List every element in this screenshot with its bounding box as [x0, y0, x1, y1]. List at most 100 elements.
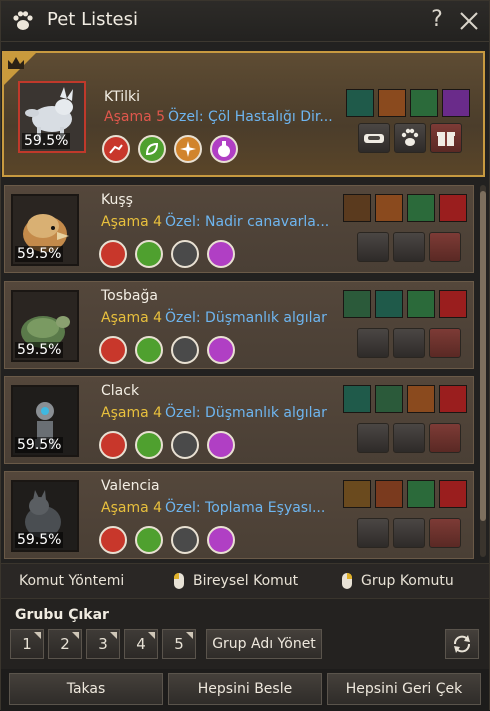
pet-skill-slot[interactable] [375, 480, 403, 508]
command-gather-button[interactable] [135, 336, 163, 364]
pet-stage: Aşama 4 [101, 405, 163, 421]
pet-skill-slot[interactable] [343, 480, 371, 508]
pet-stage: Aşama 4 [101, 500, 163, 516]
command-hunger-button[interactable] [207, 336, 235, 364]
refresh-button[interactable] [445, 629, 479, 659]
command-gather-button[interactable] [138, 135, 166, 163]
paw-care-icon [401, 128, 419, 146]
refresh-icon [454, 635, 470, 653]
pet-skill-slot[interactable] [439, 385, 467, 413]
command-loot-button[interactable] [174, 135, 202, 163]
pet-card[interactable]: 59.5% Valencia Aşama 4 Özel: Toplama Eşy… [4, 471, 474, 559]
pet-skill-slot[interactable] [375, 385, 403, 413]
command-hunger-button[interactable] [210, 135, 238, 163]
pet-skill-slot[interactable] [343, 290, 371, 318]
command-gather-button[interactable] [135, 526, 163, 554]
gift-button[interactable] [429, 518, 461, 548]
care-button[interactable] [393, 328, 425, 358]
pet-skill-slot[interactable] [410, 89, 438, 117]
close-icon[interactable] [457, 9, 481, 33]
food-percentage: 59.5% [15, 246, 64, 262]
command-hunger-button[interactable] [207, 431, 235, 459]
group-5-button[interactable]: 5 [162, 629, 196, 659]
group-1-button[interactable]: 1 [10, 629, 44, 659]
group-4-button[interactable]: 4 [124, 629, 158, 659]
title-bar[interactable]: Pet Listesi ? [1, 1, 489, 42]
pet-skill-slot[interactable] [375, 194, 403, 222]
pet-stage: Aşama 4 [101, 310, 163, 326]
command-loot-button[interactable] [171, 336, 199, 364]
pet-stage: Aşama 4 [101, 214, 163, 230]
command-loot-button[interactable] [171, 526, 199, 554]
scrollbar-thumb[interactable] [480, 191, 486, 521]
individual-command-option[interactable]: Bireysel Komut [193, 573, 298, 589]
command-hunger-button[interactable] [207, 526, 235, 554]
care-button[interactable] [394, 123, 426, 153]
pet-skill-slot[interactable] [343, 385, 371, 413]
manage-group-name-button[interactable]: Grup Adı Yönet [206, 629, 322, 659]
feed-button[interactable] [357, 518, 389, 548]
pet-skill-slot[interactable] [407, 194, 435, 222]
group-section: Grubu Çıkar 1 2 3 4 5 Grup Adı Yönet [1, 599, 489, 669]
group-number: 5 [174, 635, 184, 653]
run-icon [109, 144, 123, 154]
command-hunger-button[interactable] [207, 240, 235, 268]
command-follow-button[interactable] [99, 526, 127, 554]
compass-icon [180, 141, 196, 157]
command-follow-button[interactable] [99, 336, 127, 364]
group-command-option[interactable]: Grup Komutu [361, 573, 454, 589]
group-2-button[interactable]: 2 [48, 629, 82, 659]
gift-button[interactable] [429, 328, 461, 358]
gift-button[interactable] [429, 232, 461, 262]
pet-card[interactable]: 59.5% Clack Aşama 4 Özel: Düşmanlık algı… [4, 376, 474, 464]
pet-portrait[interactable]: 59.5% [11, 290, 79, 362]
pet-skill-slot[interactable] [439, 480, 467, 508]
pet-list-scrollbar[interactable] [480, 185, 486, 557]
pet-portrait[interactable]: 59.5% [18, 81, 86, 153]
pet-skill-slot[interactable] [407, 385, 435, 413]
care-button[interactable] [393, 518, 425, 548]
pet-card[interactable]: 59.5% Kuşş Aşama 4 Özel: Nadir canavarla… [4, 185, 474, 273]
pet-skill-slot[interactable] [439, 290, 467, 318]
feed-button[interactable] [357, 423, 389, 453]
feed-button[interactable] [358, 123, 390, 153]
recall-all-button[interactable]: Hepsini Geri Çek [327, 673, 481, 705]
command-follow-button[interactable] [102, 135, 130, 163]
pet-skill-slot[interactable] [439, 194, 467, 222]
care-button[interactable] [393, 423, 425, 453]
exchange-button[interactable]: Takas [9, 673, 163, 705]
gift-button[interactable] [430, 123, 462, 153]
pet-skill-slot[interactable] [407, 290, 435, 318]
pet-portrait[interactable]: 59.5% [11, 480, 79, 552]
corner-marker-icon [110, 632, 117, 639]
gift-button[interactable] [429, 423, 461, 453]
pet-skill-slot[interactable] [407, 480, 435, 508]
pet-skill-slot[interactable] [375, 290, 403, 318]
pet-skill-slot[interactable] [346, 89, 374, 117]
pet-skill-slot[interactable] [343, 194, 371, 222]
pet-skill-slot[interactable] [442, 89, 470, 117]
command-follow-button[interactable] [99, 431, 127, 459]
command-gather-button[interactable] [135, 431, 163, 459]
group-number: 4 [136, 635, 146, 653]
help-button[interactable]: ? [425, 7, 449, 33]
group-number: 3 [98, 635, 108, 653]
command-loot-button[interactable] [171, 431, 199, 459]
command-gather-button[interactable] [135, 240, 163, 268]
corner-marker-icon [34, 632, 41, 639]
feed-all-button[interactable]: Hepsini Besle [168, 673, 322, 705]
feed-button[interactable] [357, 328, 389, 358]
corner-marker-icon [72, 632, 79, 639]
pet-card[interactable]: 59.5% KTilki Aşama 5 Özel: Çöl Hastalığı… [2, 51, 485, 177]
pet-card[interactable]: 59.5% Tosbağa Aşama 4 Özel: Düşmanlık al… [4, 281, 474, 369]
pet-special-skill: Özel: Düşmanlık algılar [165, 310, 327, 326]
feed-bowl-icon [364, 134, 384, 143]
pet-portrait[interactable]: 59.5% [11, 385, 79, 457]
pet-skill-slot[interactable] [378, 89, 406, 117]
command-loot-button[interactable] [171, 240, 199, 268]
command-follow-button[interactable] [99, 240, 127, 268]
feed-button[interactable] [357, 232, 389, 262]
group-3-button[interactable]: 3 [86, 629, 120, 659]
pet-portrait[interactable]: 59.5% [11, 194, 79, 266]
care-button[interactable] [393, 232, 425, 262]
